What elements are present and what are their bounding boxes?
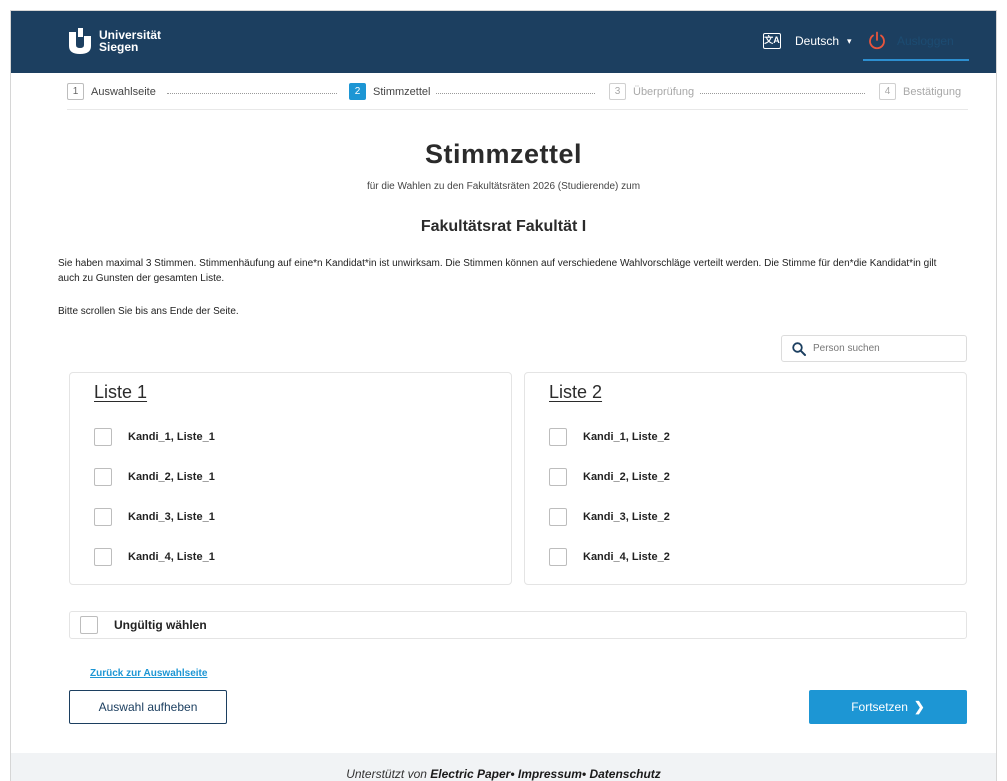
person-search[interactable] (781, 335, 967, 362)
back-to-selection-link[interactable]: Zurück zur Auswahlseite (90, 668, 207, 679)
step-connector (427, 93, 595, 94)
invalid-vote-option[interactable]: Ungültig wählen (69, 611, 967, 639)
clear-selection-button[interactable]: Auswahl aufheben (69, 690, 227, 724)
app-frame: Universität Siegen 文A Deutsch ▾ Auslogge… (10, 10, 997, 781)
candidate-checkbox[interactable] (549, 508, 567, 526)
footer-brand[interactable]: Electric Paper (430, 767, 510, 781)
candidate-option[interactable]: Kandi_4, Liste_2 (549, 547, 670, 567)
step-connector (167, 93, 337, 94)
divider (67, 109, 968, 110)
step-label: Überprüfung (633, 85, 695, 98)
candidate-label: Kandi_1, Liste_1 (128, 431, 215, 443)
candidate-checkbox[interactable] (549, 468, 567, 486)
footer-impressum-link[interactable]: Impressum (518, 767, 582, 781)
translate-icon: 文A (763, 33, 781, 49)
candidate-checkbox[interactable] (94, 508, 112, 526)
footer-prefix: Unterstützt von (346, 767, 427, 781)
continue-label: Fortsetzen (851, 700, 908, 714)
candidate-option[interactable]: Kandi_1, Liste_2 (549, 427, 670, 447)
step-label: Bestätigung (903, 85, 962, 98)
footer-datenschutz-link[interactable]: Datenschutz (589, 767, 660, 781)
step-number: 1 (67, 83, 84, 100)
chevron-right-icon: ❯ (913, 699, 925, 714)
list-title[interactable]: Liste 1 (94, 382, 147, 403)
university-name: Universität Siegen (99, 29, 161, 53)
candidate-option[interactable]: Kandi_2, Liste_2 (549, 467, 670, 487)
scroll-hint: Bitte scrollen Sie bis ans Ende der Seit… (58, 306, 239, 317)
search-input[interactable] (813, 343, 953, 354)
candidate-label: Kandi_3, Liste_1 (128, 511, 215, 523)
list-title[interactable]: Liste 2 (549, 382, 602, 403)
page-title: Stimmzettel (424, 139, 583, 169)
candidate-label: Kandi_4, Liste_1 (128, 551, 215, 563)
candidate-option[interactable]: Kandi_2, Liste_1 (94, 467, 215, 487)
page-subtitle: für die Wahlen zu den Fakultätsräten 202… (366, 181, 641, 192)
logout-label: Ausloggen (897, 34, 954, 48)
candidate-label: Kandi_3, Liste_2 (583, 511, 670, 523)
footer-separator: • (581, 767, 587, 781)
language-selector[interactable]: 文A Deutsch ▾ (763, 33, 852, 49)
candidate-label: Kandi_2, Liste_2 (583, 471, 670, 483)
step-number: 4 (879, 83, 896, 100)
candidate-option[interactable]: Kandi_1, Liste_1 (94, 427, 215, 447)
step-2: 2 Stimmzettel (343, 83, 437, 100)
invalid-vote-label: Ungültig wählen (114, 618, 207, 632)
language-label: Deutsch (795, 34, 840, 48)
university-logo-icon (69, 28, 91, 54)
voting-instructions: Sie haben maximal 3 Stimmen. Stimmenhäuf… (58, 258, 937, 284)
invalid-vote-checkbox[interactable] (80, 616, 98, 634)
page-footer: Unterstützt von Electric Paper• Impressu… (11, 753, 996, 781)
power-icon (869, 31, 885, 50)
candidate-checkbox[interactable] (94, 548, 112, 566)
candidate-checkbox[interactable] (94, 428, 112, 446)
chevron-down-icon: ▾ (847, 35, 852, 46)
candidate-option[interactable]: Kandi_4, Liste_1 (94, 547, 215, 567)
list-card-1: Liste 1 Kandi_1, Liste_1 Kandi_2, Liste_… (69, 372, 512, 585)
logo-line-2: Siegen (99, 40, 139, 54)
list-card-2: Liste 2 Kandi_1, Liste_2 Kandi_2, Liste_… (524, 372, 967, 585)
candidate-checkbox[interactable] (549, 428, 567, 446)
step-number: 3 (609, 83, 626, 100)
university-logo[interactable]: Universität Siegen (67, 28, 161, 54)
logout-button[interactable]: Ausloggen (863, 31, 969, 61)
step-4: 4 Bestätigung (873, 83, 968, 100)
step-connector (695, 93, 865, 94)
candidate-label: Kandi_1, Liste_2 (583, 431, 670, 443)
candidate-checkbox[interactable] (94, 468, 112, 486)
step-number: 2 (349, 83, 366, 100)
continue-button[interactable]: Fortsetzen ❯ (809, 690, 967, 724)
candidate-label: Kandi_2, Liste_1 (128, 471, 215, 483)
search-icon (792, 341, 806, 356)
candidate-option[interactable]: Kandi_3, Liste_1 (94, 507, 215, 527)
footer-separator: • (510, 767, 515, 781)
step-label: Auswahlseite (91, 85, 156, 98)
council-title: Fakultätsrat Fakultät I (420, 218, 587, 235)
candidate-option[interactable]: Kandi_3, Liste_2 (549, 507, 670, 527)
candidate-checkbox[interactable] (549, 548, 567, 566)
step-1: 1 Auswahlseite (67, 83, 162, 100)
step-3: 3 Überprüfung (603, 83, 701, 100)
progress-stepper: 1 Auswahlseite 2 Stimmzettel 3 Überprüfu… (67, 83, 969, 105)
top-header: Universität Siegen 文A Deutsch ▾ Auslogge… (11, 11, 996, 73)
candidate-label: Kandi_4, Liste_2 (583, 551, 670, 563)
step-label: Stimmzettel (373, 85, 431, 98)
